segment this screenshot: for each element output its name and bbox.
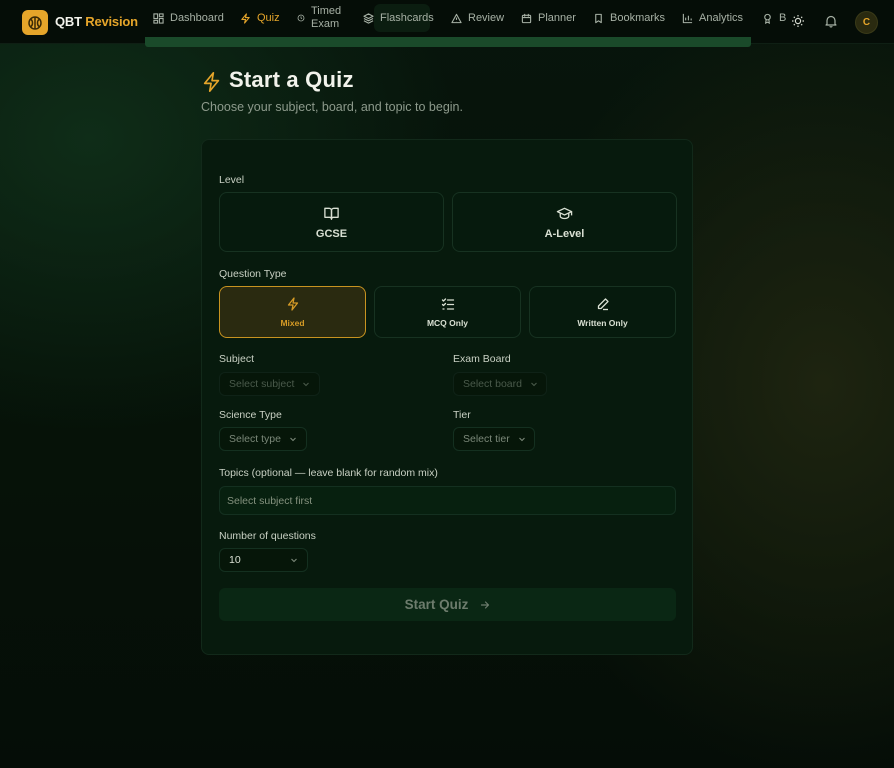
topics-input-placeholder: Select subject first [227,494,313,507]
level-option-a-level[interactable]: A-Level [452,192,677,252]
topics-input[interactable]: Select subject first [219,486,676,515]
page-subtitle: Choose your subject, board, and topic to… [201,100,463,114]
topics-label: Topics (optional — leave blank for rando… [219,467,438,479]
lightning-icon [287,296,298,311]
nav-item-flashcards[interactable]: Flashcards [363,8,434,28]
brand-name[interactable]: QBT Revision [55,14,138,29]
checklist-icon [441,297,454,310]
page-title: Start a Quiz [229,67,354,92]
calendar-icon [521,13,532,23]
chevron-down-icon [290,437,296,442]
exam-board-label: Exam Board [453,353,511,365]
nav-item-label: B [779,12,786,24]
level-option-gcse[interactable]: GCSE [219,192,444,252]
nav-item-badges[interactable]: B [762,8,786,28]
question-type-label: Written Only [577,317,628,328]
subject-label: Subject [219,353,255,365]
nav-item-timed-exam[interactable]: Timed Exam [297,4,343,32]
theme-toggle-sun-icon[interactable] [791,14,805,28]
bookmark-icon [595,13,602,23]
nav-item-dashboard[interactable]: Dashboard [153,8,224,28]
brand-name-part1: QBT [55,14,82,29]
lightning-icon [241,12,250,24]
question-type-mcq-only[interactable]: MCQ Only [374,286,521,338]
logo-icon[interactable] [22,10,48,35]
warning-icon [451,13,462,23]
bar-chart-icon [682,13,693,23]
nav-item-bookmarks[interactable]: Bookmarks [593,8,665,28]
user-avatar[interactable]: C [855,11,878,34]
science-type-label: Science Type [219,409,282,421]
nav-item-label: Flashcards [380,12,434,24]
chevron-down-icon [291,558,297,563]
brand-name-part2: Revision [85,14,138,29]
chevron-down-icon [518,437,525,442]
start-quiz-button[interactable]: Start Quiz [219,588,676,621]
question-type-label: MCQ Only [426,317,469,328]
badge-icon [764,13,771,24]
question-type-written-only[interactable]: Written Only [529,286,676,338]
question-type-label: Question Type [219,268,287,280]
nav-item-review[interactable]: Review [451,8,504,28]
nav-item-label: Planner [538,12,576,24]
lightning-icon [203,72,220,92]
chevron-down-icon [531,382,537,387]
nav-item-label: Analytics [699,12,744,24]
nav-item-label: Bookmarks [610,12,666,24]
science-type-select-placeholder: Select type [229,433,281,445]
exam-board-select-placeholder: Select board [463,378,522,390]
pen-icon [597,297,609,310]
subject-select-placeholder: Select subject [229,378,295,390]
nav-item-label: Dashboard [170,12,224,24]
nav-item-analytics[interactable]: Analytics [682,8,743,28]
notifications-bell-icon[interactable] [824,14,838,28]
subject-select[interactable]: Select subject [219,372,320,396]
question-count-value: 10 [229,554,241,566]
quiz-setup-card: Level GCSE A-Level Question Type Mixed M… [201,139,693,655]
nav-item-label: Timed Exam [311,5,342,30]
layers-icon [363,12,374,24]
arrow-right-icon [481,600,490,609]
level-label: Level [219,174,245,186]
nav-item-planner[interactable]: Planner [521,8,576,28]
nav-item-label: Quiz [257,12,280,24]
tier-select-placeholder: Select tier [463,433,510,445]
question-count-select[interactable]: 10 [219,548,308,572]
tier-select[interactable]: Select tier [453,427,535,451]
question-type-label: Mixed [280,317,305,328]
start-quiz-label: Start Quiz [404,597,469,612]
timer-icon [297,14,305,22]
science-type-select[interactable]: Select type [219,427,307,451]
exam-board-select[interactable]: Select board [453,372,547,396]
level-option-label: A-Level [544,227,585,240]
tier-label: Tier [453,409,471,421]
book-open-icon [324,207,339,220]
level-option-label: GCSE [315,227,348,240]
graduation-cap-icon [556,207,573,219]
nav-item-label: Review [468,12,505,24]
top-progress-strip [145,37,751,47]
nav-item-quiz[interactable]: Quiz [240,8,280,28]
chevron-down-icon [303,382,310,387]
question-type-mixed[interactable]: Mixed [219,286,366,338]
question-count-label: Number of questions [219,530,316,542]
dashboard-icon [153,12,164,24]
